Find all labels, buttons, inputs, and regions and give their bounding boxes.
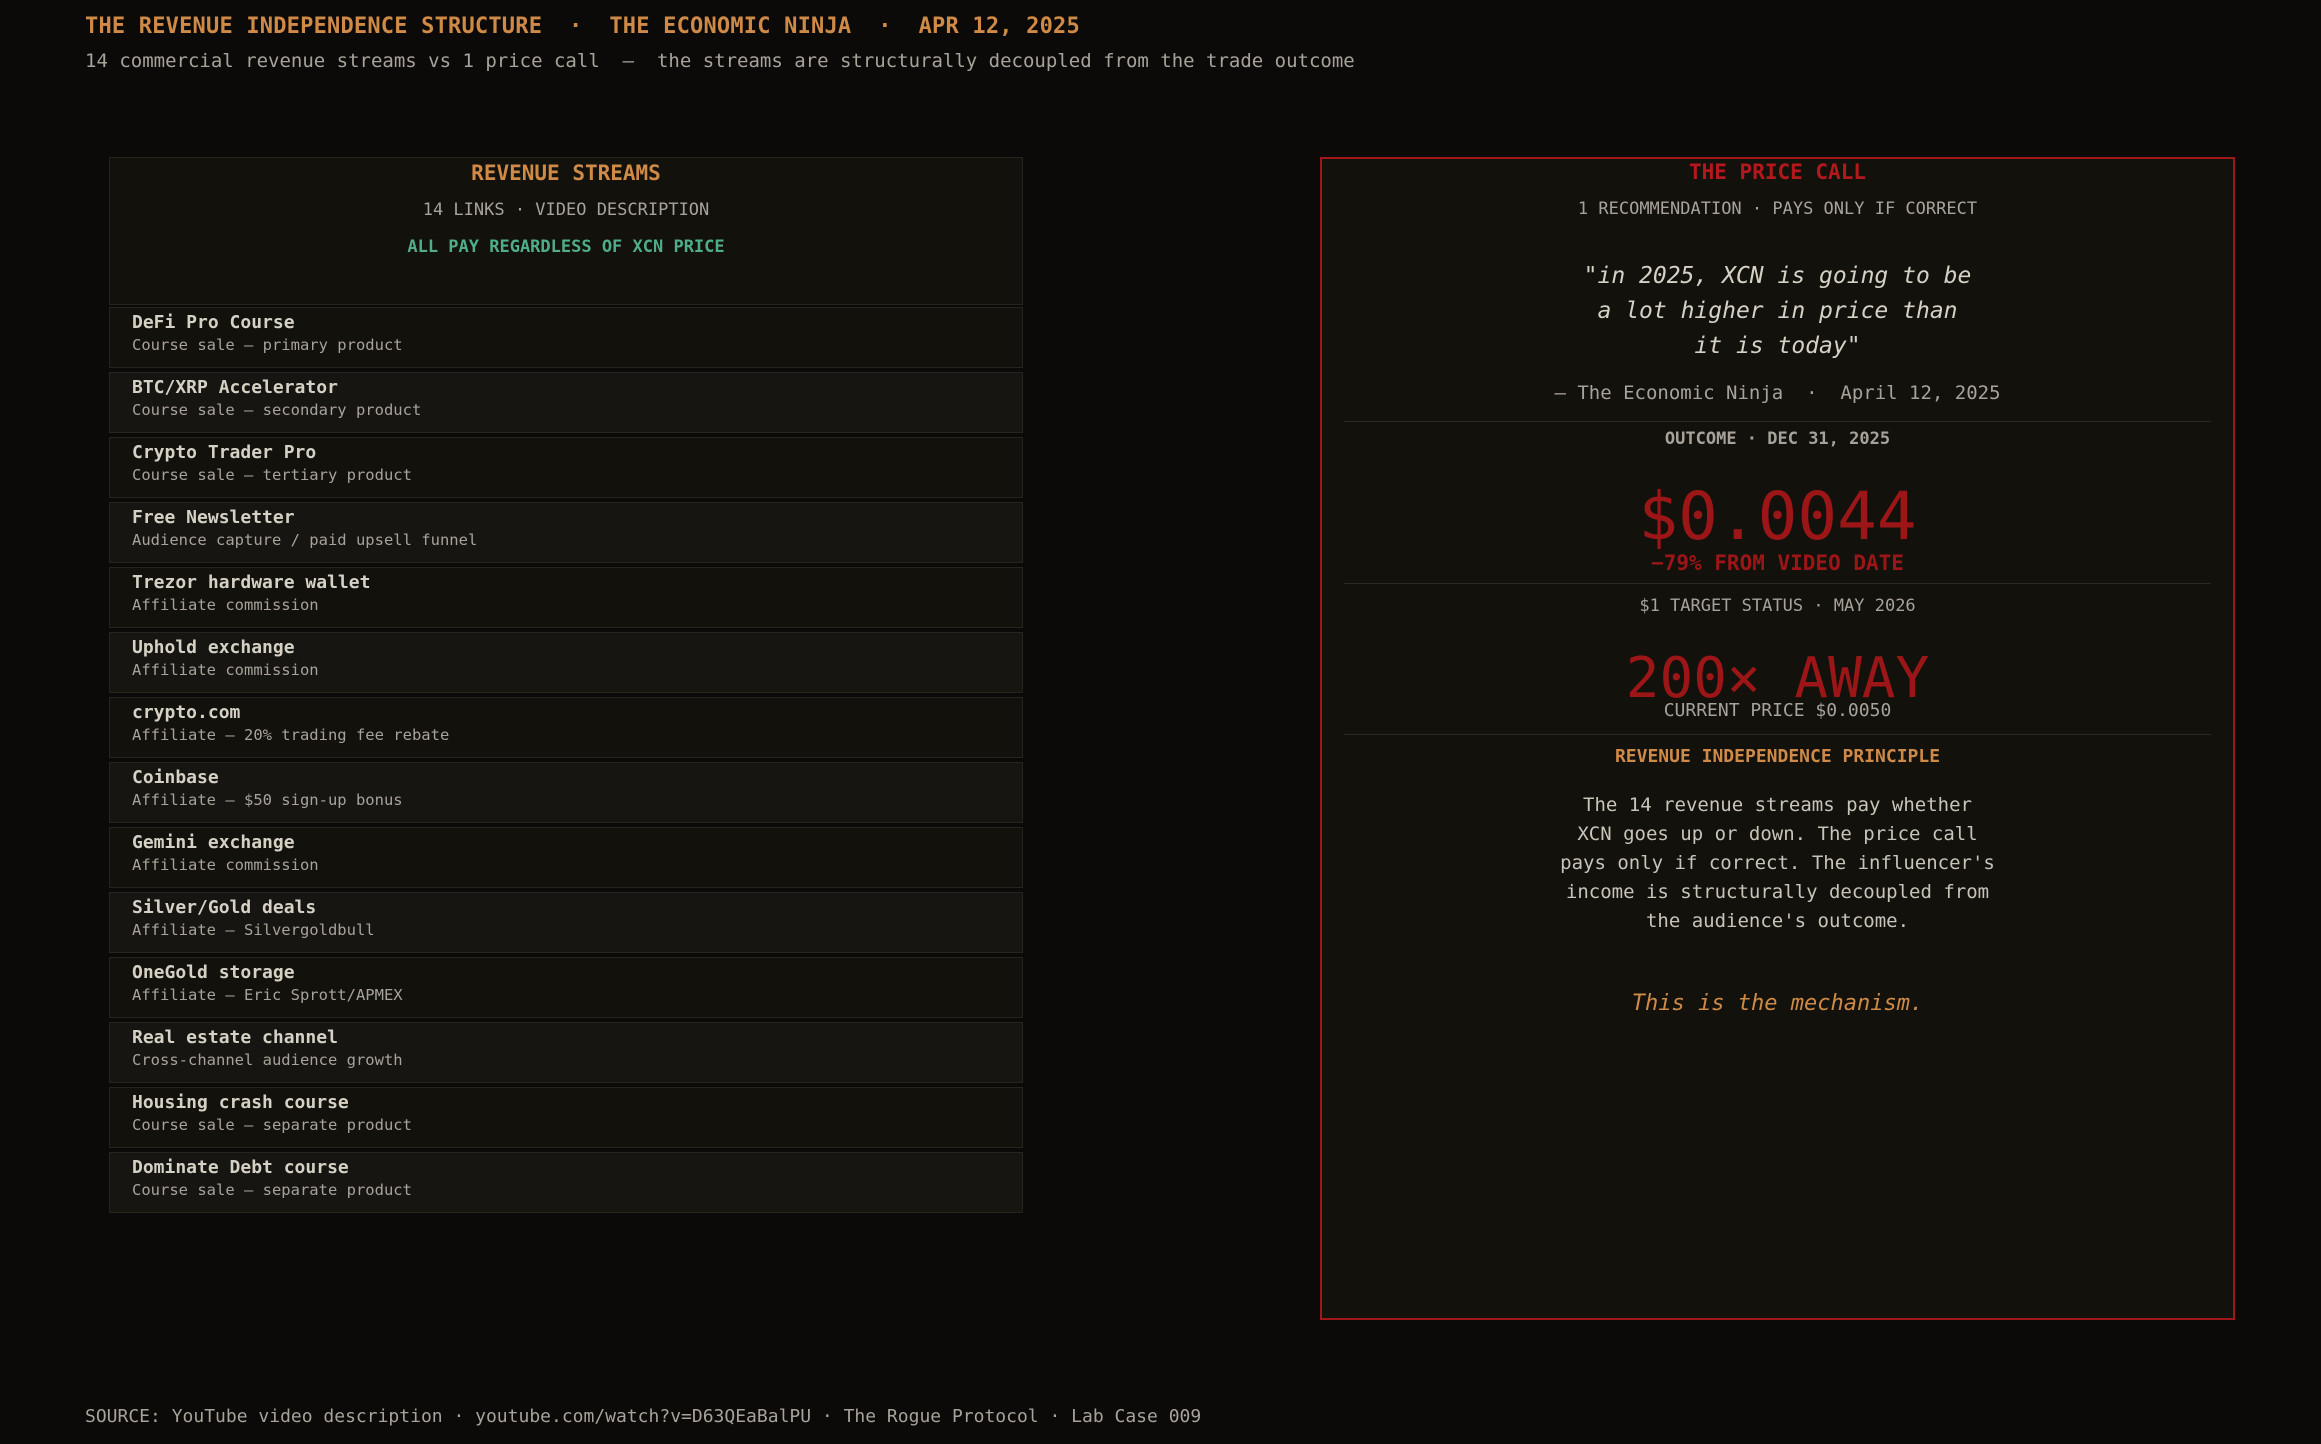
stream-description: Cross-channel audience growth (132, 1051, 403, 1069)
stream-description: Course sale — tertiary product (132, 466, 412, 484)
stream-name: DeFi Pro Course (132, 312, 295, 333)
target-status-label: $1 TARGET STATUS · MAY 2026 (1639, 596, 1916, 616)
stream-description: Audience capture / paid upsell funnel (132, 531, 478, 549)
source-footer: SOURCE: YouTube video description · yout… (85, 1406, 1202, 1427)
stream-name: BTC/XRP Accelerator (132, 377, 338, 398)
list-item: Coinbase Affiliate — $50 sign-up bonus (109, 762, 1023, 823)
revenue-streams-note: ALL PAY REGARDLESS OF XCN PRICE (407, 237, 725, 257)
stream-description: Affiliate — Silvergoldbull (132, 921, 375, 939)
stream-description: Affiliate — 20% trading fee rebate (132, 726, 450, 744)
list-item: Uphold exchange Affiliate commission (109, 632, 1023, 693)
principle-body: The 14 revenue streams pay whether XCN g… (1560, 794, 1995, 932)
stream-description: Course sale — separate product (132, 1116, 412, 1134)
price-call-title: THE PRICE CALL (1688, 160, 1866, 184)
outcome-label: OUTCOME · DEC 31, 2025 (1664, 429, 1891, 449)
stream-name: Coinbase (132, 767, 219, 788)
list-item: DeFi Pro Course Course sale — primary pro… (109, 307, 1023, 368)
list-item: Trezor hardware wallet Affiliate commissi… (109, 567, 1023, 628)
stream-description: Affiliate — $50 sign-up bonus (132, 791, 403, 809)
list-item: Silver/Gold deals Affiliate — Silvergoldb… (109, 892, 1023, 953)
revenue-streams-subtitle: 14 LINKS · VIDEO DESCRIPTION (422, 200, 710, 220)
price-call-quote: "in 2025, XCN is going to be a lot highe… (1583, 263, 1972, 359)
principle-title: REVENUE INDEPENDENCE PRINCIPLE (1614, 746, 1941, 767)
mechanism-note: This is the mechanism. (1631, 991, 1924, 1016)
list-item: Real estate channel Cross-channel audienc… (109, 1022, 1023, 1083)
revenue-streams-header: REVENUE STREAMS 14 LINKS · VIDEO DESCRIP… (109, 157, 1023, 305)
list-item: Crypto Trader Pro Course sale — tertiary … (109, 437, 1023, 498)
stream-description: Affiliate commission (132, 856, 319, 874)
stream-description: Course sale — secondary product (132, 401, 422, 419)
current-price: CURRENT PRICE $0.0050 (1663, 700, 1892, 721)
list-item: OneGold storage Affiliate — Eric Sprott/A… (109, 957, 1023, 1018)
stream-description: Course sale — primary product (132, 336, 403, 354)
stream-description: Affiliate — Eric Sprott/APMEX (132, 986, 403, 1004)
list-item: crypto.com Affiliate — 20% trading fee re… (109, 697, 1023, 758)
list-item: Housing crash course Course sale — separa… (109, 1087, 1023, 1148)
divider (1344, 421, 2211, 422)
revenue-streams-title: REVENUE STREAMS (471, 161, 661, 185)
price-call-subtitle: 1 RECOMMENDATION · PAYS ONLY IF CORRECT (1577, 199, 1978, 219)
divider (1344, 583, 2211, 584)
list-item: BTC/XRP Accelerator Course sale — seconda… (109, 372, 1023, 433)
outcome-change: −79% FROM VIDEO DATE (1651, 551, 1904, 575)
stream-name: Uphold exchange (132, 637, 295, 658)
stream-name: Real estate channel (132, 1027, 338, 1048)
stream-name: Gemini exchange (132, 832, 295, 853)
stream-name: Housing crash course (132, 1092, 349, 1113)
stream-description: Affiliate commission (132, 661, 319, 679)
list-item: Dominate Debt course Course sale — separa… (109, 1152, 1023, 1213)
quote-attribution: — The Economic Ninja · April 12, 2025 (1554, 382, 2001, 404)
price-call-panel: THE PRICE CALL 1 RECOMMENDATION · PAYS O… (1320, 157, 2235, 1320)
revenue-stream-list: DeFi Pro Course Course sale — primary pro… (109, 307, 1023, 1217)
list-item: Gemini exchange Affiliate commission (109, 827, 1023, 888)
stream-name: crypto.com (132, 702, 241, 723)
stream-name: Trezor hardware wallet (132, 572, 371, 593)
stream-description: Course sale — separate product (132, 1181, 412, 1199)
divider (1344, 734, 2211, 735)
page-subtitle: 14 commercial revenue streams vs 1 price… (85, 50, 1355, 72)
list-item: Free Newsletter Audience capture / paid u… (109, 502, 1023, 563)
stream-name: OneGold storage (132, 962, 295, 983)
stream-name: Silver/Gold deals (132, 897, 317, 918)
stream-name: Crypto Trader Pro (132, 442, 317, 463)
stream-description: Affiliate commission (132, 596, 319, 614)
page-title: THE REVENUE INDEPENDENCE STRUCTURE · THE… (85, 14, 1080, 39)
outcome-value: $0.0044 (1638, 478, 1917, 555)
stream-name: Free Newsletter (132, 507, 295, 528)
stream-name: Dominate Debt course (132, 1157, 349, 1178)
